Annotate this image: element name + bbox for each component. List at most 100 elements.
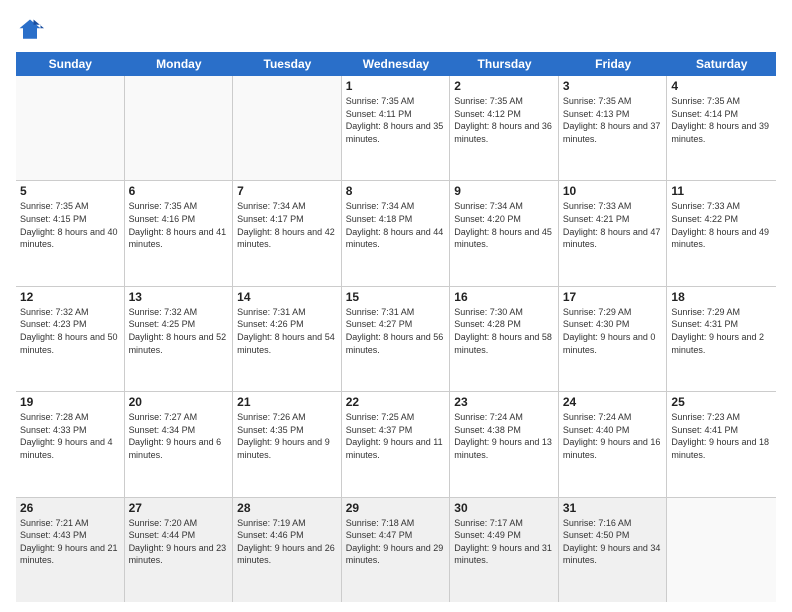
calendar-cell: 9 Sunrise: 7:34 AM Sunset: 4:20 PM Daylig…: [450, 181, 559, 285]
day-number: 25: [671, 395, 772, 409]
day-number: 23: [454, 395, 554, 409]
day-number: 24: [563, 395, 663, 409]
cell-info: Sunrise: 7:33 AM Sunset: 4:22 PM Dayligh…: [671, 200, 772, 250]
calendar-cell: 30 Sunrise: 7:17 AM Sunset: 4:49 PM Dayli…: [450, 498, 559, 602]
cell-info: Sunrise: 7:16 AM Sunset: 4:50 PM Dayligh…: [563, 517, 663, 567]
cell-info: Sunrise: 7:35 AM Sunset: 4:14 PM Dayligh…: [671, 95, 772, 145]
day-number: 10: [563, 184, 663, 198]
day-number: 7: [237, 184, 337, 198]
day-number: 15: [346, 290, 446, 304]
cell-info: Sunrise: 7:34 AM Sunset: 4:20 PM Dayligh…: [454, 200, 554, 250]
calendar-cell: 5 Sunrise: 7:35 AM Sunset: 4:15 PM Daylig…: [16, 181, 125, 285]
day-number: 11: [671, 184, 772, 198]
day-number: 26: [20, 501, 120, 515]
header: [16, 16, 776, 44]
cell-info: Sunrise: 7:18 AM Sunset: 4:47 PM Dayligh…: [346, 517, 446, 567]
cell-info: Sunrise: 7:20 AM Sunset: 4:44 PM Dayligh…: [129, 517, 229, 567]
header-day-saturday: Saturday: [667, 52, 776, 76]
cell-info: Sunrise: 7:17 AM Sunset: 4:49 PM Dayligh…: [454, 517, 554, 567]
calendar-cell: 7 Sunrise: 7:34 AM Sunset: 4:17 PM Daylig…: [233, 181, 342, 285]
page: SundayMondayTuesdayWednesdayThursdayFrid…: [0, 0, 792, 612]
calendar-cell: 13 Sunrise: 7:32 AM Sunset: 4:25 PM Dayli…: [125, 287, 234, 391]
cell-info: Sunrise: 7:24 AM Sunset: 4:38 PM Dayligh…: [454, 411, 554, 461]
calendar-cell: 16 Sunrise: 7:30 AM Sunset: 4:28 PM Dayli…: [450, 287, 559, 391]
cell-info: Sunrise: 7:32 AM Sunset: 4:25 PM Dayligh…: [129, 306, 229, 356]
calendar-row-3: 19Sunrise: 7:28 AM Sunset: 4:33 PM Dayli…: [16, 392, 776, 497]
calendar-cell: 1 Sunrise: 7:35 AM Sunset: 4:11 PM Daylig…: [342, 76, 451, 180]
cell-info: Sunrise: 7:32 AM Sunset: 4:23 PM Dayligh…: [20, 306, 120, 356]
day-number: 1: [346, 79, 446, 93]
logo-icon: [16, 16, 44, 44]
header-day-wednesday: Wednesday: [342, 52, 451, 76]
cell-info: Sunrise: 7:31 AM Sunset: 4:26 PM Dayligh…: [237, 306, 337, 356]
calendar-cell: 28 Sunrise: 7:19 AM Sunset: 4:46 PM Dayli…: [233, 498, 342, 602]
calendar-cell: [125, 76, 234, 180]
day-number: 30: [454, 501, 554, 515]
calendar-cell: 21 Sunrise: 7:26 AM Sunset: 4:35 PM Dayli…: [233, 392, 342, 496]
calendar-cell: 22Sunrise: 7:25 AM Sunset: 4:37 PM Dayli…: [342, 392, 451, 496]
calendar-row-0: 1 Sunrise: 7:35 AM Sunset: 4:11 PM Daylig…: [16, 76, 776, 181]
calendar-body: 1 Sunrise: 7:35 AM Sunset: 4:11 PM Daylig…: [16, 76, 776, 602]
calendar-cell: 26 Sunrise: 7:21 AM Sunset: 4:43 PM Dayli…: [16, 498, 125, 602]
day-number: 4: [671, 79, 772, 93]
header-day-sunday: Sunday: [16, 52, 125, 76]
header-day-monday: Monday: [125, 52, 234, 76]
cell-info: Sunrise: 7:30 AM Sunset: 4:28 PM Dayligh…: [454, 306, 554, 356]
day-number: 28: [237, 501, 337, 515]
calendar-cell: 19Sunrise: 7:28 AM Sunset: 4:33 PM Dayli…: [16, 392, 125, 496]
calendar-row-2: 12 Sunrise: 7:32 AM Sunset: 4:23 PM Dayli…: [16, 287, 776, 392]
cell-info: Sunrise: 7:33 AM Sunset: 4:21 PM Dayligh…: [563, 200, 663, 250]
cell-info: Sunrise: 7:27 AM Sunset: 4:34 PM Dayligh…: [129, 411, 229, 461]
calendar-cell: 24 Sunrise: 7:24 AM Sunset: 4:40 PM Dayli…: [559, 392, 668, 496]
day-number: 21: [237, 395, 337, 409]
cell-info: Sunrise: 7:26 AM Sunset: 4:35 PM Dayligh…: [237, 411, 337, 461]
calendar-cell: 20 Sunrise: 7:27 AM Sunset: 4:34 PM Dayli…: [125, 392, 234, 496]
cell-info: Sunrise: 7:35 AM Sunset: 4:11 PM Dayligh…: [346, 95, 446, 145]
calendar-row-1: 5 Sunrise: 7:35 AM Sunset: 4:15 PM Daylig…: [16, 181, 776, 286]
cell-info: Sunrise: 7:35 AM Sunset: 4:13 PM Dayligh…: [563, 95, 663, 145]
day-number: 2: [454, 79, 554, 93]
calendar: SundayMondayTuesdayWednesdayThursdayFrid…: [16, 52, 776, 602]
cell-info: Sunrise: 7:35 AM Sunset: 4:16 PM Dayligh…: [129, 200, 229, 250]
day-number: 8: [346, 184, 446, 198]
cell-info: Sunrise: 7:24 AM Sunset: 4:40 PM Dayligh…: [563, 411, 663, 461]
day-number: 12: [20, 290, 120, 304]
cell-info: Sunrise: 7:29 AM Sunset: 4:30 PM Dayligh…: [563, 306, 663, 356]
calendar-cell: 2 Sunrise: 7:35 AM Sunset: 4:12 PM Daylig…: [450, 76, 559, 180]
calendar-cell: 17Sunrise: 7:29 AM Sunset: 4:30 PM Dayli…: [559, 287, 668, 391]
calendar-cell: 29 Sunrise: 7:18 AM Sunset: 4:47 PM Dayli…: [342, 498, 451, 602]
calendar-cell: 3Sunrise: 7:35 AM Sunset: 4:13 PM Daylig…: [559, 76, 668, 180]
cell-info: Sunrise: 7:19 AM Sunset: 4:46 PM Dayligh…: [237, 517, 337, 567]
calendar-cell: 23 Sunrise: 7:24 AM Sunset: 4:38 PM Dayli…: [450, 392, 559, 496]
calendar-cell: 12 Sunrise: 7:32 AM Sunset: 4:23 PM Dayli…: [16, 287, 125, 391]
day-number: 19: [20, 395, 120, 409]
cell-info: Sunrise: 7:29 AM Sunset: 4:31 PM Dayligh…: [671, 306, 772, 356]
day-number: 27: [129, 501, 229, 515]
day-number: 5: [20, 184, 120, 198]
cell-info: Sunrise: 7:23 AM Sunset: 4:41 PM Dayligh…: [671, 411, 772, 461]
calendar-cell: 15Sunrise: 7:31 AM Sunset: 4:27 PM Dayli…: [342, 287, 451, 391]
cell-info: Sunrise: 7:21 AM Sunset: 4:43 PM Dayligh…: [20, 517, 120, 567]
cell-info: Sunrise: 7:34 AM Sunset: 4:17 PM Dayligh…: [237, 200, 337, 250]
calendar-cell: 25 Sunrise: 7:23 AM Sunset: 4:41 PM Dayli…: [667, 392, 776, 496]
day-number: 6: [129, 184, 229, 198]
day-number: 9: [454, 184, 554, 198]
calendar-cell: 27 Sunrise: 7:20 AM Sunset: 4:44 PM Dayli…: [125, 498, 234, 602]
day-number: 29: [346, 501, 446, 515]
calendar-header: SundayMondayTuesdayWednesdayThursdayFrid…: [16, 52, 776, 76]
calendar-cell: [16, 76, 125, 180]
calendar-cell: 31Sunrise: 7:16 AM Sunset: 4:50 PM Dayli…: [559, 498, 668, 602]
cell-info: Sunrise: 7:35 AM Sunset: 4:12 PM Dayligh…: [454, 95, 554, 145]
day-number: 20: [129, 395, 229, 409]
cell-info: Sunrise: 7:35 AM Sunset: 4:15 PM Dayligh…: [20, 200, 120, 250]
day-number: 13: [129, 290, 229, 304]
cell-info: Sunrise: 7:34 AM Sunset: 4:18 PM Dayligh…: [346, 200, 446, 250]
header-day-thursday: Thursday: [450, 52, 559, 76]
day-number: 16: [454, 290, 554, 304]
day-number: 22: [346, 395, 446, 409]
header-day-tuesday: Tuesday: [233, 52, 342, 76]
day-number: 18: [671, 290, 772, 304]
calendar-cell: 8 Sunrise: 7:34 AM Sunset: 4:18 PM Daylig…: [342, 181, 451, 285]
calendar-cell: 11 Sunrise: 7:33 AM Sunset: 4:22 PM Dayli…: [667, 181, 776, 285]
calendar-cell: 6 Sunrise: 7:35 AM Sunset: 4:16 PM Daylig…: [125, 181, 234, 285]
